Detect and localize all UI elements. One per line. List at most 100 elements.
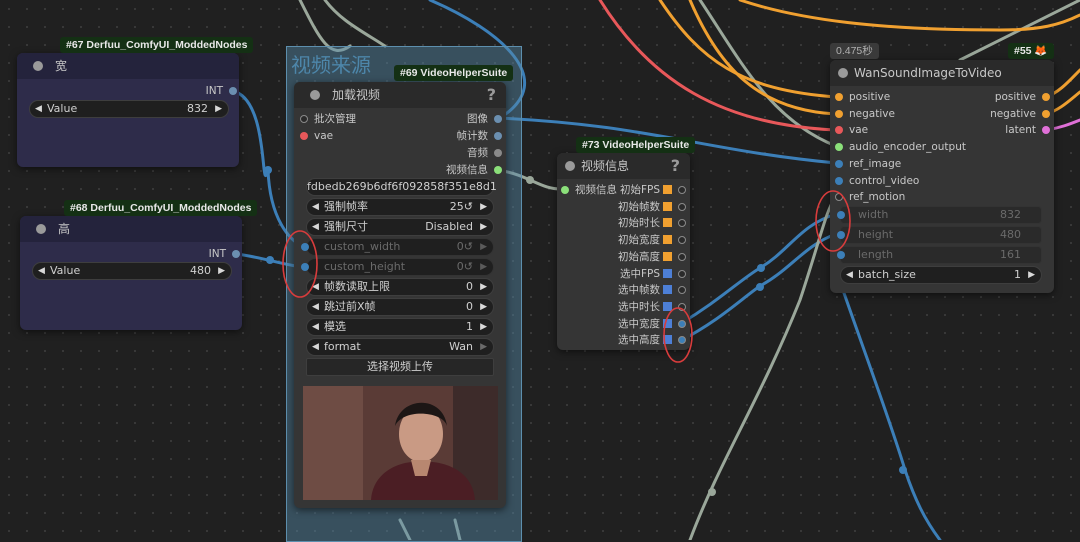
- format-widget[interactable]: ◀ format Wan ▶: [306, 338, 494, 356]
- increment-arrow-icon[interactable]: ▶: [480, 259, 487, 275]
- increment-arrow-icon[interactable]: ▶: [480, 319, 487, 335]
- output-6[interactable]: 选中帧数: [618, 282, 686, 298]
- output-dot-icon[interactable]: [494, 115, 502, 123]
- decrement-arrow-icon[interactable]: ◀: [312, 339, 319, 355]
- output-dot-icon[interactable]: [678, 202, 686, 211]
- input-dot-icon[interactable]: [301, 243, 309, 251]
- output-dot-icon[interactable]: [678, 302, 686, 311]
- input-dot-icon[interactable]: [837, 251, 845, 259]
- input-dot-icon[interactable]: [835, 93, 843, 101]
- increment-arrow-icon[interactable]: ▶: [1028, 267, 1035, 283]
- output-dot-icon[interactable]: [494, 132, 502, 140]
- help-icon[interactable]: ?: [487, 82, 496, 108]
- output-9[interactable]: 选中高度: [618, 332, 686, 348]
- increment-arrow-icon[interactable]: ▶: [218, 263, 225, 279]
- collapse-dot-icon[interactable]: [310, 90, 320, 100]
- node-55-wan-sound-image-to-video[interactable]: WanSoundImageToVideo positive negative vae…: [830, 60, 1054, 293]
- output-7[interactable]: 选中时长: [618, 299, 686, 315]
- node-73-video-info[interactable]: 视频信息 ? 视频信息 初始FPS 初始帧数 初始时长 初始宽度 初始高度 选中FPS 选中…: [557, 153, 690, 350]
- input-positive[interactable]: positive: [835, 89, 890, 105]
- decrement-arrow-icon[interactable]: ◀: [312, 279, 319, 295]
- input-vae[interactable]: vae: [300, 128, 333, 144]
- input-vae[interactable]: vae: [835, 122, 868, 138]
- output-dot-icon[interactable]: [678, 236, 686, 245]
- output-dot-icon[interactable]: [1042, 109, 1050, 118]
- output-dot-icon[interactable]: [1042, 93, 1050, 101]
- input-dot-icon[interactable]: [835, 176, 843, 185]
- output-dot-icon[interactable]: [678, 186, 686, 194]
- increment-arrow-icon[interactable]: ▶: [480, 219, 487, 235]
- output-negative[interactable]: negative: [990, 106, 1050, 122]
- decrement-arrow-icon[interactable]: ◀: [38, 263, 45, 279]
- output-dot-icon[interactable]: [1042, 126, 1050, 135]
- width-converted-widget[interactable]: width 832: [837, 206, 1042, 224]
- collapse-dot-icon[interactable]: [33, 61, 43, 71]
- output-audio[interactable]: 音频: [467, 145, 502, 161]
- output-dot-icon[interactable]: [232, 250, 240, 258]
- increment-arrow-icon[interactable]: ▶: [480, 279, 487, 295]
- output-8[interactable]: 选中宽度: [618, 316, 686, 332]
- node-55-header[interactable]: WanSoundImageToVideo: [830, 60, 1054, 86]
- increment-arrow-icon[interactable]: ▶: [480, 199, 487, 215]
- output-1[interactable]: 初始帧数: [618, 199, 686, 215]
- custom-height-widget[interactable]: custom_height 0↺ ▶: [301, 258, 494, 276]
- node-69-load-video[interactable]: 加载视频 ? 批次管理 vae 图像 帧计数 音频 视频信息 fdbedb269…: [294, 82, 506, 508]
- output-dot-icon[interactable]: [678, 252, 686, 261]
- value-widget[interactable]: ◀ Value 480 ▶: [32, 262, 232, 280]
- decrement-arrow-icon[interactable]: ◀: [312, 319, 319, 335]
- node-67-width[interactable]: 宽 INT ◀ Value 832 ▶: [17, 53, 239, 167]
- video-file-widget[interactable]: fdbedb269b6df6f092858f351e8d1 ...: [306, 178, 497, 209]
- output-5[interactable]: 选中FPS: [620, 266, 686, 282]
- collapse-dot-icon[interactable]: [565, 161, 575, 171]
- value-widget[interactable]: ◀ Value 832 ▶: [29, 100, 229, 118]
- increment-arrow-icon[interactable]: ▶: [480, 239, 487, 255]
- node-73-header[interactable]: 视频信息 ?: [557, 153, 690, 179]
- input-dot-icon[interactable]: [301, 263, 309, 271]
- output-latent[interactable]: latent: [1005, 122, 1050, 138]
- input-audio-encoder-output[interactable]: audio_encoder_output: [835, 139, 966, 155]
- input-dot-icon[interactable]: [835, 143, 843, 152]
- output-0[interactable]: 初始FPS: [620, 182, 686, 198]
- output-dot-icon[interactable]: [229, 87, 237, 95]
- input-dot-icon[interactable]: [837, 211, 845, 219]
- help-icon[interactable]: ?: [671, 153, 680, 179]
- output-positive[interactable]: positive: [995, 89, 1050, 105]
- output-dot-icon[interactable]: [678, 286, 686, 295]
- output-dot-icon[interactable]: [494, 166, 502, 174]
- decrement-arrow-icon[interactable]: ◀: [35, 101, 42, 117]
- input-dot-icon[interactable]: [835, 109, 843, 118]
- input-control-video[interactable]: control_video: [835, 173, 919, 189]
- upload-video-button[interactable]: 选择视频上传: [306, 358, 494, 376]
- input-negative[interactable]: negative: [835, 106, 895, 122]
- input-dot-icon[interactable]: [300, 115, 308, 123]
- input-dot-icon[interactable]: [835, 126, 843, 135]
- length-converted-widget[interactable]: length 161: [837, 246, 1042, 264]
- input-dot-icon[interactable]: [835, 193, 843, 202]
- skip-first-frames-widget[interactable]: ◀ 跳过前X帧 0 ▶: [306, 298, 494, 316]
- frame-load-cap-widget[interactable]: ◀ 帧数读取上限 0 ▶: [306, 278, 494, 296]
- decrement-arrow-icon[interactable]: ◀: [312, 199, 319, 215]
- input-dot-icon[interactable]: [835, 159, 843, 168]
- input-ref-image[interactable]: ref_image: [835, 156, 901, 172]
- input-dot-icon[interactable]: [300, 132, 308, 140]
- force-size-widget[interactable]: ◀ 强制尺寸 Disabled ▶: [306, 218, 494, 236]
- output-int-slot[interactable]: INT: [209, 246, 240, 262]
- decrement-arrow-icon[interactable]: ◀: [312, 219, 319, 235]
- output-frame-count[interactable]: 帧计数: [457, 128, 502, 144]
- decrement-arrow-icon[interactable]: ◀: [846, 267, 853, 283]
- node-68-height[interactable]: 高 INT ◀ Value 480 ▶: [20, 216, 242, 330]
- output-dot-icon[interactable]: [678, 269, 686, 278]
- output-image[interactable]: 图像: [467, 111, 502, 127]
- custom-width-widget[interactable]: custom_width 0↺ ▶: [301, 238, 494, 256]
- increment-arrow-icon[interactable]: ▶: [215, 101, 222, 117]
- collapse-dot-icon[interactable]: [36, 224, 46, 234]
- output-int-slot[interactable]: INT: [206, 83, 237, 99]
- input-ref-motion[interactable]: ref_motion: [835, 189, 905, 205]
- increment-arrow-icon[interactable]: ▶: [480, 339, 487, 355]
- output-dot-icon[interactable]: [678, 336, 686, 345]
- output-dot-icon[interactable]: [678, 219, 686, 228]
- output-dot-icon[interactable]: [678, 319, 686, 328]
- decrement-arrow-icon[interactable]: ◀: [312, 299, 319, 315]
- input-video-info[interactable]: 视频信息: [561, 182, 617, 198]
- force-fps-widget[interactable]: ◀ 强制帧率 25↺ ▶: [306, 198, 494, 216]
